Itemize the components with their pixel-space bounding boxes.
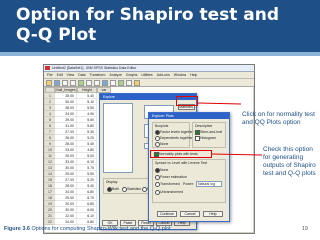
menu-edit[interactable]: Edit (57, 72, 63, 78)
spss-toolbar (44, 79, 254, 87)
display-both-label: Both (112, 187, 120, 191)
power-label: Power: (183, 182, 194, 186)
display-group: Display Both Statistics Plots (103, 178, 155, 194)
annotation-top: Click on for normality test and QQ Plots… (242, 111, 315, 126)
power-select[interactable]: Natural log (196, 181, 222, 187)
factor-levels-label: Factor levels together (160, 130, 194, 134)
display-label: Display (106, 180, 118, 184)
histogram-label: Histogram (200, 136, 216, 140)
figure-caption: Figure 3.6 Options for computing Shapiro… (4, 226, 284, 233)
menu-file[interactable]: File (47, 72, 53, 78)
menu-data[interactable]: Data (78, 72, 85, 78)
spread-none-label: None (160, 168, 169, 172)
table-cell[interactable]: 6.80 (77, 219, 97, 225)
normality-option-highlight (150, 150, 212, 158)
boxplots-group: Boxplots Factor levels together Dependen… (152, 122, 194, 148)
menu-utilities[interactable]: Utilities (141, 72, 152, 78)
table-cell[interactable]: 24.00 (55, 219, 77, 225)
caption-label: Figure 3.6 (4, 226, 30, 232)
slide-title-line1: Option for Shapiro test and (16, 5, 280, 25)
page-number: 19 (301, 226, 308, 232)
stem-and-leaf-label: Stem-and-leaf (200, 130, 222, 134)
undo-icon[interactable] (78, 80, 84, 86)
spss-window-title-text: Untitled2 [DataSet1] - IBM SPSS Statisti… (52, 66, 137, 70)
none-label: None (160, 142, 169, 146)
spss-window-title: Untitled2 [DataSet1] - IBM SPSS Statisti… (44, 65, 254, 72)
display-statistics-label: Statistics (127, 187, 142, 191)
spread-vs-level-label: Spread vs Level with Levene Test (155, 161, 208, 165)
explore-plots-dialog-title: Explore: Plots (149, 113, 229, 119)
insert-cases-icon[interactable] (118, 80, 124, 86)
weight-cases-icon[interactable] (134, 80, 140, 86)
descriptive-group: Descriptive Stem-and-leaf Histogram (192, 122, 226, 148)
spss-screenshot: Untitled2 [DataSet1] - IBM SPSS Statisti… (43, 64, 255, 234)
variables-icon[interactable] (102, 80, 108, 86)
print-icon[interactable] (62, 80, 68, 86)
find-icon[interactable] (110, 80, 116, 86)
spss-menubar: File Edit View Data Transform Analyze Gr… (44, 72, 254, 79)
dialog-recall-icon[interactable] (70, 80, 76, 86)
menu-graphs[interactable]: Graphs (126, 72, 137, 78)
open-icon[interactable] (46, 80, 52, 86)
spss-app-icon (45, 66, 50, 70)
annotation-bottom: Check this option for generating outputs… (263, 146, 316, 177)
plots-help-button[interactable]: Help (203, 211, 223, 217)
power-estimation-label: Power estimation (160, 175, 187, 179)
row-number: 22 (45, 219, 55, 225)
slide-title: Option for Shapiro test and Q-Q Plot (16, 5, 279, 45)
variable-list[interactable] (103, 103, 133, 173)
boxplots-label: Boxplots (155, 124, 169, 128)
explore-plots-dialog: Explore: Plots Boxplots Factor levels to… (148, 112, 230, 222)
save-icon[interactable] (54, 80, 60, 86)
slide-title-line2: Q-Q Plot (16, 25, 97, 45)
dependents-together-label: Dependents together (160, 136, 193, 140)
menu-addons[interactable]: Add-ons (157, 72, 170, 78)
menu-window[interactable]: Window (174, 72, 186, 78)
caption-text: Options for computing Shapiro-Wilk test … (31, 226, 171, 232)
plots-button-highlight (176, 96, 198, 106)
transformed-label: Transformed (160, 182, 180, 186)
menu-view[interactable]: View (67, 72, 75, 78)
menu-analyze[interactable]: Analyze (109, 72, 121, 78)
menu-transform[interactable]: Transform (90, 72, 106, 78)
continue-button[interactable]: Continue (157, 211, 177, 217)
redo-icon[interactable] (86, 80, 92, 86)
split-file-icon[interactable] (126, 80, 132, 86)
untransformed-label: Untransformed (160, 190, 184, 194)
menu-help[interactable]: Help (190, 72, 197, 78)
plots-cancel-button[interactable]: Cancel (180, 211, 200, 217)
spread-vs-level-group: Spread vs Level with Levene Test None Po… (152, 159, 226, 203)
goto-case-icon[interactable] (94, 80, 100, 86)
descriptive-label: Descriptive (195, 124, 213, 128)
